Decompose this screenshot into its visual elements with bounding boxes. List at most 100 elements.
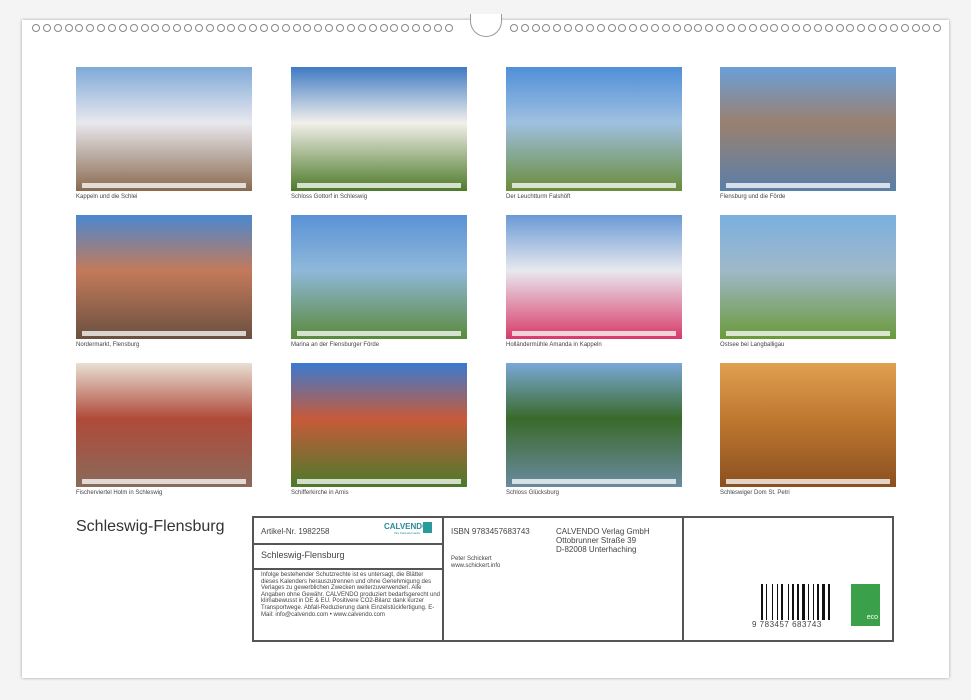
photo-caption: Fischerviertel Holm in Schleswig	[76, 490, 256, 496]
ring-hole	[716, 24, 724, 32]
calendar-strip	[297, 183, 461, 188]
ring-hole	[901, 24, 909, 32]
ring-hole	[97, 24, 105, 32]
calendar-strip	[512, 331, 676, 336]
ring-hole	[814, 24, 822, 32]
legal-text: Infolge bestehender Schutzrechte ist es …	[261, 572, 441, 618]
photo	[720, 215, 896, 339]
ring-hole	[868, 24, 876, 32]
ring-hole	[684, 24, 692, 32]
ring-hole	[130, 24, 138, 32]
calendar-strip	[297, 479, 461, 484]
calendar-strip	[512, 183, 676, 188]
photo	[76, 67, 252, 191]
ring-hole	[162, 24, 170, 32]
ring-hole	[347, 24, 355, 32]
calendar-strip	[726, 331, 890, 336]
ring-hole	[575, 24, 583, 32]
photo	[76, 215, 252, 339]
ring-hole	[510, 24, 518, 32]
ring-hole	[879, 24, 887, 32]
ring-hole	[141, 24, 149, 32]
publisher-address: CALVENDO Verlag GmbH Ottobrunner Straße …	[556, 527, 650, 555]
ring-hole	[325, 24, 333, 32]
calendar-strip	[512, 479, 676, 484]
article-number: Artikel-Nr. 1982258	[261, 527, 329, 536]
ring-hole	[727, 24, 735, 32]
ring-hole	[151, 24, 159, 32]
ring-hole	[792, 24, 800, 32]
ring-hole	[412, 24, 420, 32]
calvendo-logo: CALVENDO	[384, 522, 428, 531]
ring-hole	[249, 24, 257, 32]
calendar-name: Schleswig-Flensburg	[261, 550, 345, 560]
photo-caption: Flensburg und die Förde	[720, 194, 900, 200]
ring-hole	[608, 24, 616, 32]
ring-hole	[586, 24, 594, 32]
ring-hole	[890, 24, 898, 32]
ring-hole	[369, 24, 377, 32]
calendar-strip	[82, 331, 246, 336]
photo-caption: Schloss Gottorf in Schleswig	[291, 194, 471, 200]
ring-hole	[75, 24, 83, 32]
info-box: Artikel-Nr. 1982258 CALVENDO Ihre Kalend…	[252, 516, 894, 642]
ring-hole	[314, 24, 322, 32]
calendar-strip	[82, 479, 246, 484]
ring-hole	[564, 24, 572, 32]
ring-hole	[770, 24, 778, 32]
publisher-street: Ottobrunner Straße 39	[556, 536, 650, 545]
ring-hole	[553, 24, 561, 32]
ring-hole	[825, 24, 833, 32]
photo-caption: Schloss Glücksburg	[506, 490, 686, 496]
ring-hole	[445, 24, 453, 32]
isbn: ISBN 9783457683743	[451, 527, 530, 536]
ring-hole	[195, 24, 203, 32]
photo	[506, 363, 682, 487]
ring-hole	[749, 24, 757, 32]
ring-hole	[836, 24, 844, 32]
ring-hole	[43, 24, 51, 32]
ring-hole	[662, 24, 670, 32]
ring-hole	[912, 24, 920, 32]
ring-hole	[640, 24, 648, 32]
ring-hole	[260, 24, 268, 32]
ring-hole	[846, 24, 854, 32]
photo-caption: Schifferkirche in Arnis	[291, 490, 471, 496]
ring-hole	[173, 24, 181, 32]
publisher-city: D-82008 Unterhaching	[556, 545, 650, 554]
ring-hole	[380, 24, 388, 32]
photo	[76, 363, 252, 487]
photo-caption: Kappeln und die Schlei	[76, 194, 256, 200]
ring-hole	[542, 24, 550, 32]
barcode	[761, 584, 833, 620]
ring-hole	[271, 24, 279, 32]
ring-hole	[303, 24, 311, 32]
ring-hole	[434, 24, 442, 32]
photo-caption: Der Leuchtturm Falshöft	[506, 194, 686, 200]
ring-hole	[293, 24, 301, 32]
ring-hole	[108, 24, 116, 32]
ring-hole	[760, 24, 768, 32]
author-url: www.schickert.info	[451, 563, 500, 570]
ring-hole	[358, 24, 366, 32]
calendar-strip	[726, 183, 890, 188]
ring-hole	[521, 24, 529, 32]
ring-hole	[618, 24, 626, 32]
photo	[720, 67, 896, 191]
ring-hole	[597, 24, 605, 32]
photo	[506, 215, 682, 339]
photo	[720, 363, 896, 487]
eco-logo: eco	[851, 584, 880, 626]
photo	[291, 215, 467, 339]
calvendo-tagline: Ihre Kalendermarke	[394, 532, 420, 535]
photo-caption: Schleswiger Dom St. Petri	[720, 490, 900, 496]
ring-hole	[86, 24, 94, 32]
ring-hole	[629, 24, 637, 32]
ring-hole	[673, 24, 681, 32]
photo	[291, 363, 467, 487]
ring-hole	[694, 24, 702, 32]
calendar-strip	[297, 331, 461, 336]
ring-hole	[738, 24, 746, 32]
ring-hole	[781, 24, 789, 32]
calendar-strip	[726, 479, 890, 484]
